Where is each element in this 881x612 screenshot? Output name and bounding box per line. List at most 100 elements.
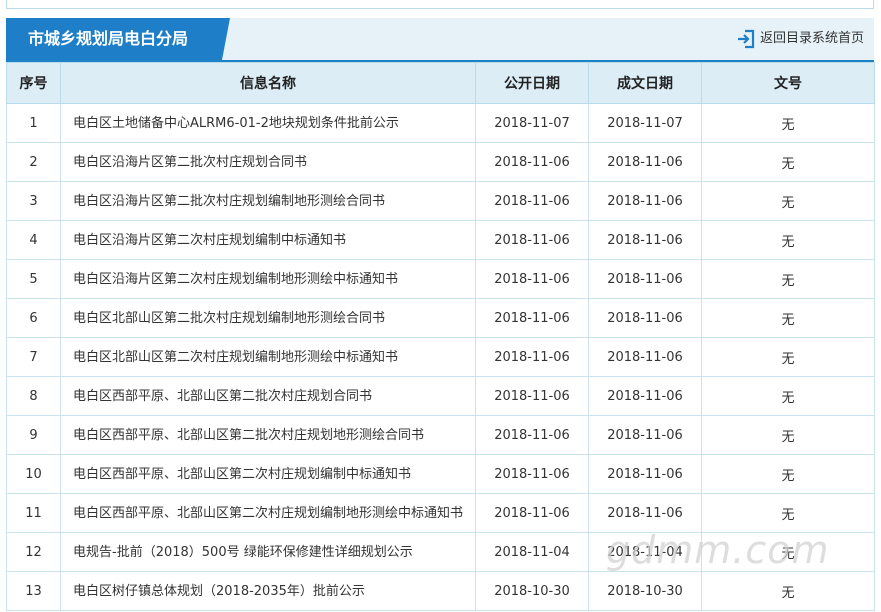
row-title-cell: 电白区沿海片区第二次村庄规划编制中标通知书 bbox=[60, 220, 476, 260]
row-number: 10 bbox=[6, 454, 61, 494]
table-row: 13 电白区树仔镇总体规划（2018-2035年）批前公示 2018-10-30… bbox=[6, 571, 875, 611]
row-doc-no: 无 bbox=[701, 142, 875, 182]
row-doc-date: 2018-11-06 bbox=[588, 454, 702, 494]
row-open-date: 2018-11-06 bbox=[475, 142, 589, 182]
row-title-link[interactable]: 电白区沿海片区第二批次村庄规划合同书 bbox=[73, 155, 307, 170]
row-open-date: 2018-11-06 bbox=[475, 259, 589, 299]
row-open-date: 2018-11-06 bbox=[475, 337, 589, 377]
row-open-date: 2018-11-07 bbox=[475, 103, 589, 143]
row-title-cell: 电白区北部山区第二次村庄规划编制地形测绘中标通知书 bbox=[60, 337, 476, 377]
row-doc-date: 2018-10-30 bbox=[588, 571, 702, 611]
row-number: 3 bbox=[6, 181, 61, 221]
table-row: 5 电白区沿海片区第二次村庄规划编制地形测绘中标通知书 2018-11-06 2… bbox=[6, 259, 875, 299]
site-watermark: gdmm.com bbox=[606, 528, 830, 572]
column-header-doc-no: 文号 bbox=[701, 62, 875, 104]
row-open-date: 2018-10-30 bbox=[475, 571, 589, 611]
row-doc-no: 无 bbox=[701, 454, 875, 494]
table-header-row: 序号 信息名称 公开日期 成文日期 文号 bbox=[6, 62, 875, 104]
row-open-date: 2018-11-06 bbox=[475, 493, 589, 533]
table-row: 9 电白区西部平原、北部山区第二批次村庄规划地形测绘合同书 2018-11-06… bbox=[6, 415, 875, 455]
row-title-link[interactable]: 电规告-批前（2018）500号 绿能环保修建性详细规划公示 bbox=[73, 545, 413, 560]
table-row: 11 电白区西部平原、北部山区第二次村庄规划编制地形测绘中标通知书 2018-1… bbox=[6, 493, 875, 533]
row-title-link[interactable]: 电白区土地储备中心ALRM6-01-2地块规划条件批前公示 bbox=[73, 116, 399, 131]
row-doc-date: 2018-11-06 bbox=[588, 337, 702, 377]
row-title-link[interactable]: 电白区西部平原、北部山区第二批次村庄规划地形测绘合同书 bbox=[73, 428, 424, 443]
table-row: 2 电白区沿海片区第二批次村庄规划合同书 2018-11-06 2018-11-… bbox=[6, 142, 875, 182]
row-doc-date: 2018-11-06 bbox=[588, 298, 702, 338]
top-panel-border bbox=[6, 0, 874, 9]
row-number: 13 bbox=[6, 571, 61, 611]
row-title-link[interactable]: 电白区西部平原、北部山区第二批次村庄规划合同书 bbox=[73, 389, 372, 404]
row-doc-no: 无 bbox=[701, 493, 875, 533]
row-doc-date: 2018-11-07 bbox=[588, 103, 702, 143]
section-title: 市城乡规划局电白分局 bbox=[6, 18, 222, 60]
row-title-link[interactable]: 电白区沿海片区第二批次村庄规划编制地形测绘合同书 bbox=[73, 194, 385, 209]
row-number: 7 bbox=[6, 337, 61, 377]
row-title-link[interactable]: 电白区树仔镇总体规划（2018-2035年）批前公示 bbox=[73, 584, 365, 599]
row-number: 5 bbox=[6, 259, 61, 299]
row-title-cell: 电白区土地储备中心ALRM6-01-2地块规划条件批前公示 bbox=[60, 103, 476, 143]
row-doc-date: 2018-11-06 bbox=[588, 142, 702, 182]
row-doc-date: 2018-11-06 bbox=[588, 181, 702, 221]
row-open-date: 2018-11-04 bbox=[475, 532, 589, 572]
row-doc-date: 2018-11-06 bbox=[588, 415, 702, 455]
row-open-date: 2018-11-06 bbox=[475, 298, 589, 338]
column-header-name: 信息名称 bbox=[60, 62, 476, 104]
row-title-cell: 电规告-批前（2018）500号 绿能环保修建性详细规划公示 bbox=[60, 532, 476, 572]
row-title-cell: 电白区西部平原、北部山区第二批次村庄规划合同书 bbox=[60, 376, 476, 416]
row-open-date: 2018-11-06 bbox=[475, 454, 589, 494]
table-row: 3 电白区沿海片区第二批次村庄规划编制地形测绘合同书 2018-11-06 20… bbox=[6, 181, 875, 221]
login-arrow-icon bbox=[736, 29, 756, 49]
row-open-date: 2018-11-06 bbox=[475, 220, 589, 260]
row-doc-date: 2018-11-06 bbox=[588, 220, 702, 260]
row-title-link[interactable]: 电白区北部山区第二次村庄规划编制地形测绘中标通知书 bbox=[73, 350, 398, 365]
row-title-cell: 电白区北部山区第二批次村庄规划编制地形测绘合同书 bbox=[60, 298, 476, 338]
row-doc-no: 无 bbox=[701, 571, 875, 611]
row-number: 11 bbox=[6, 493, 61, 533]
row-number: 6 bbox=[6, 298, 61, 338]
row-doc-no: 无 bbox=[701, 220, 875, 260]
row-title-cell: 电白区西部平原、北部山区第二批次村庄规划地形测绘合同书 bbox=[60, 415, 476, 455]
row-doc-date: 2018-11-06 bbox=[588, 376, 702, 416]
column-header-open-date: 公开日期 bbox=[475, 62, 589, 104]
row-doc-no: 无 bbox=[701, 298, 875, 338]
title-tab-notch bbox=[222, 18, 230, 60]
row-open-date: 2018-11-06 bbox=[475, 181, 589, 221]
row-doc-no: 无 bbox=[701, 103, 875, 143]
row-title-cell: 电白区西部平原、北部山区第二次村庄规划编制地形测绘中标通知书 bbox=[60, 493, 476, 533]
row-number: 1 bbox=[6, 103, 61, 143]
return-home-link[interactable]: 返回目录系统首页 bbox=[736, 18, 864, 60]
row-doc-no: 无 bbox=[701, 415, 875, 455]
row-doc-date: 2018-11-06 bbox=[588, 493, 702, 533]
row-number: 4 bbox=[6, 220, 61, 260]
row-title-link[interactable]: 电白区西部平原、北部山区第二次村庄规划编制地形测绘中标通知书 bbox=[73, 506, 463, 521]
table-row: 8 电白区西部平原、北部山区第二批次村庄规划合同书 2018-11-06 201… bbox=[6, 376, 875, 416]
table-row: 1 电白区土地储备中心ALRM6-01-2地块规划条件批前公示 2018-11-… bbox=[6, 103, 875, 143]
row-open-date: 2018-11-06 bbox=[475, 415, 589, 455]
row-doc-no: 无 bbox=[701, 376, 875, 416]
table-row: 6 电白区北部山区第二批次村庄规划编制地形测绘合同书 2018-11-06 20… bbox=[6, 298, 875, 338]
row-title-cell: 电白区西部平原、北部山区第二次村庄规划编制中标通知书 bbox=[60, 454, 476, 494]
section-header: 市城乡规划局电白分局 返回目录系统首页 bbox=[6, 18, 874, 62]
row-number: 2 bbox=[6, 142, 61, 182]
row-number: 9 bbox=[6, 415, 61, 455]
row-title-link[interactable]: 电白区沿海片区第二次村庄规划编制中标通知书 bbox=[73, 233, 346, 248]
row-title-cell: 电白区沿海片区第二批次村庄规划合同书 bbox=[60, 142, 476, 182]
table-row: 10 电白区西部平原、北部山区第二次村庄规划编制中标通知书 2018-11-06… bbox=[6, 454, 875, 494]
table-row: 4 电白区沿海片区第二次村庄规划编制中标通知书 2018-11-06 2018-… bbox=[6, 220, 875, 260]
row-doc-no: 无 bbox=[701, 259, 875, 299]
return-home-label[interactable]: 返回目录系统首页 bbox=[760, 18, 864, 60]
row-doc-no: 无 bbox=[701, 337, 875, 377]
row-open-date: 2018-11-06 bbox=[475, 376, 589, 416]
row-title-cell: 电白区树仔镇总体规划（2018-2035年）批前公示 bbox=[60, 571, 476, 611]
row-title-link[interactable]: 电白区沿海片区第二次村庄规划编制地形测绘中标通知书 bbox=[73, 272, 398, 287]
row-number: 8 bbox=[6, 376, 61, 416]
row-title-cell: 电白区沿海片区第二次村庄规划编制地形测绘中标通知书 bbox=[60, 259, 476, 299]
column-header-doc-date: 成文日期 bbox=[588, 62, 702, 104]
column-header-no: 序号 bbox=[6, 62, 61, 104]
table-row: 7 电白区北部山区第二次村庄规划编制地形测绘中标通知书 2018-11-06 2… bbox=[6, 337, 875, 377]
row-doc-no: 无 bbox=[701, 181, 875, 221]
row-doc-date: 2018-11-06 bbox=[588, 259, 702, 299]
row-title-link[interactable]: 电白区西部平原、北部山区第二次村庄规划编制中标通知书 bbox=[73, 467, 411, 482]
row-title-link[interactable]: 电白区北部山区第二批次村庄规划编制地形测绘合同书 bbox=[73, 311, 385, 326]
